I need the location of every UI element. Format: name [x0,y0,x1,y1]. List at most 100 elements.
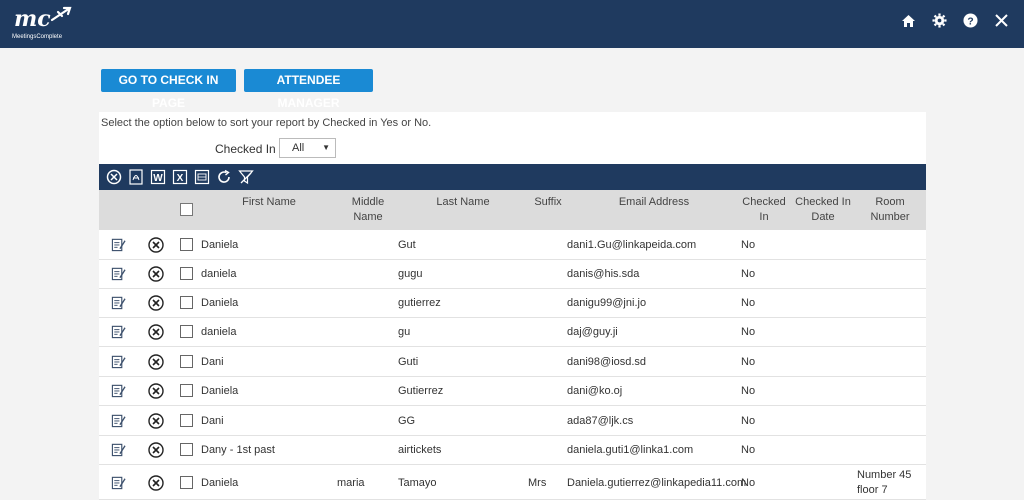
cell-last-name: Gut [398,239,416,251]
cell-first-name: Daniela [201,385,239,397]
row-checkbox[interactable] [180,325,193,338]
cell-last-name: airtickets [398,444,442,456]
checked-in-filter-label: Checked In [215,142,276,156]
cell-checked-in: No [741,239,756,251]
column-email[interactable]: Email Address [611,195,697,210]
logo[interactable]: mc MeetingsComplete [12,4,82,44]
cell-last-name: gu [398,326,411,338]
edit-icon[interactable] [111,442,126,460]
delete-icon[interactable] [148,383,164,402]
edit-icon[interactable] [111,475,126,493]
cell-last-name: GG [398,415,416,427]
edit-icon[interactable] [111,237,126,255]
checked-in-filter-select[interactable]: All ▼ [279,138,336,158]
cell-email: danis@his.sda [567,268,640,280]
svg-text:X: X [176,173,183,184]
cell-middle-name: maria [337,477,365,489]
table-row[interactable]: Dany - 1st past airtickets daniela.guti1@l… [99,436,926,465]
column-first-name[interactable]: First Name [235,195,303,210]
cell-first-name: Dani [201,415,224,427]
table-row[interactable]: Daniela Gutierrez dani@ko.oj No [99,377,926,406]
edit-icon[interactable] [111,413,126,431]
report-instruction: Select the option below to sort your rep… [101,117,432,129]
plane-icon [50,6,72,22]
cell-last-name: Guti [398,356,419,368]
column-checked-in-date[interactable]: Checked In Date [793,195,853,225]
row-checkbox[interactable] [180,355,193,368]
pdf-icon[interactable] [127,169,144,186]
refresh-icon[interactable] [215,169,232,186]
gear-icon[interactable] [931,12,948,29]
delete-icon[interactable] [148,295,164,314]
row-checkbox[interactable] [180,238,193,251]
filter-selected-value: All [292,142,305,154]
cell-checked-in: No [741,444,756,456]
cell-first-name: Daniela [201,297,239,309]
export-toolbar: W X [99,164,926,190]
cell-checked-in: No [741,268,756,280]
cell-checked-in: No [741,356,756,368]
cell-first-name: Dani [201,356,224,368]
row-checkbox[interactable] [180,414,193,427]
edit-icon[interactable] [111,354,126,372]
attendee-manager-button[interactable]: ATTENDEE MANAGER [244,69,373,110]
table-row[interactable]: Daniela Gut dani1.Gu@linkapeida.com No [99,231,926,260]
row-checkbox[interactable] [180,267,193,280]
home-icon[interactable] [900,12,917,29]
table-header: First Name Middle Name Last Name Suffix … [99,190,926,230]
delete-icon[interactable] [148,354,164,373]
help-icon[interactable]: ? [962,12,979,29]
cell-checked-in: No [741,385,756,397]
cell-suffix: Mrs [528,477,547,489]
table-row[interactable]: Daniela maria Tamayo Mrs Daniela.gutierrez@l… [99,466,926,500]
edit-icon[interactable] [111,383,126,401]
logo-subtitle: MeetingsComplete [12,34,63,40]
edit-icon[interactable] [111,295,126,313]
cell-checked-in: No [741,326,756,338]
select-all-checkbox[interactable] [180,203,193,216]
column-room-number[interactable]: Room Number [867,195,913,225]
edit-icon[interactable] [111,266,126,284]
cell-room-number: Number 45 floor 7 [857,469,912,496]
table-row[interactable]: Daniela gutierrez danigu99@jni.jo No [99,289,926,318]
column-middle-name[interactable]: Middle Name [346,195,390,225]
cell-checked-in: No [741,477,756,489]
column-checked-in[interactable]: Checked In [741,195,787,225]
csv-icon[interactable] [193,169,210,186]
table-row[interactable]: daniela gugu danis@his.sda No [99,260,926,289]
cell-email: dani98@iosd.sd [567,356,647,368]
cell-last-name: gugu [398,268,423,280]
word-icon[interactable]: W [149,169,166,186]
delete-icon[interactable] [148,413,164,432]
excel-icon[interactable]: X [171,169,188,186]
go-to-check-in-button[interactable]: GO TO CHECK IN PAGE [101,69,236,110]
chevron-down-icon: ▼ [322,143,330,152]
row-checkbox[interactable] [180,476,193,489]
table-row[interactable]: daniela gu daj@guy.ji No [99,318,926,347]
clear-icon[interactable] [105,169,122,186]
close-icon[interactable] [993,12,1010,29]
column-suffix[interactable]: Suffix [527,195,569,210]
cell-checked-in: No [741,415,756,427]
delete-icon[interactable] [148,442,164,461]
column-last-name[interactable]: Last Name [429,195,497,210]
row-checkbox[interactable] [180,443,193,456]
table-row[interactable]: Dani GG ada87@ljk.cs No [99,407,926,436]
delete-icon[interactable] [148,266,164,285]
cell-first-name: daniela [201,268,237,280]
table-row[interactable]: Dani Guti dani98@iosd.sd No [99,348,926,377]
cell-first-name: Daniela [201,477,239,489]
filter-clear-icon[interactable] [237,169,254,186]
delete-icon[interactable] [148,324,164,343]
cell-first-name: Dany - 1st past [201,444,275,456]
row-checkbox[interactable] [180,296,193,309]
cell-email: ada87@ljk.cs [567,415,634,427]
row-checkbox[interactable] [180,384,193,397]
cell-first-name: daniela [201,326,237,338]
delete-icon[interactable] [148,475,164,494]
edit-icon[interactable] [111,324,126,342]
delete-icon[interactable] [148,237,164,256]
cell-first-name: Daniela [201,239,239,251]
cell-checked-in: No [741,297,756,309]
cell-last-name: Tamayo [398,477,437,489]
